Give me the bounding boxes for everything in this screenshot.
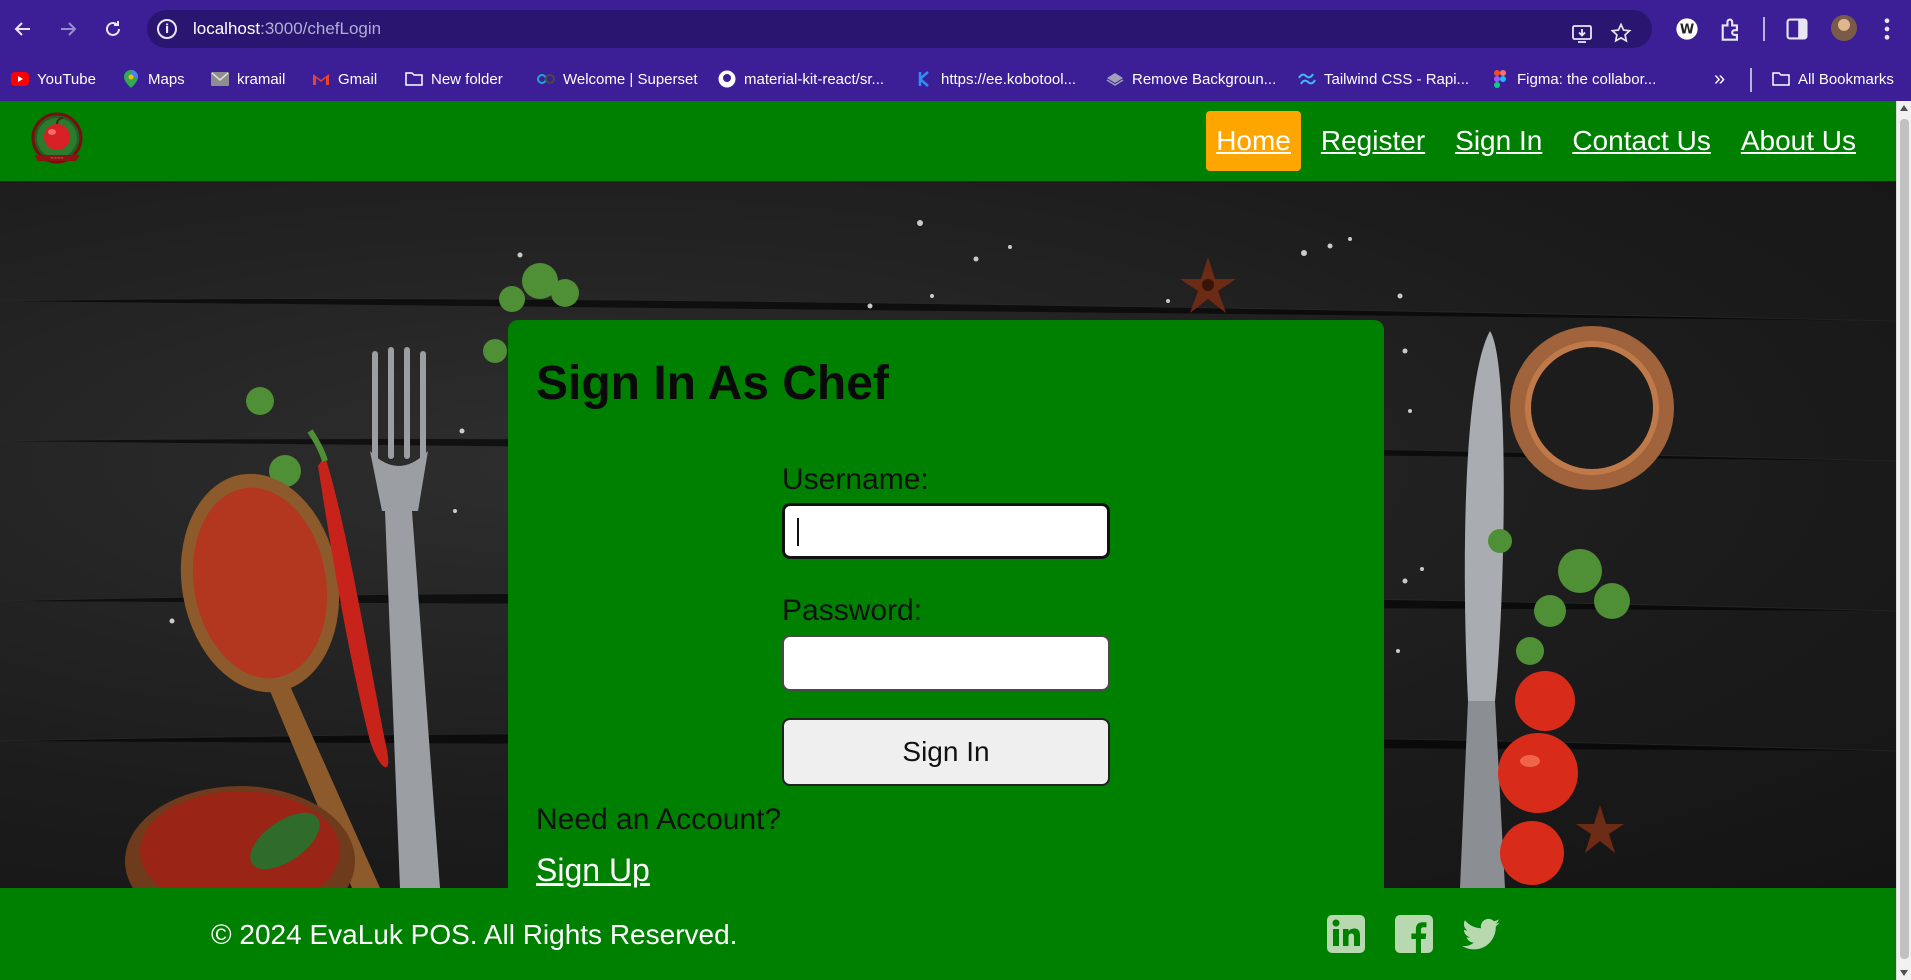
bookmark-figma[interactable]: Figma: the collabor...: [1491, 67, 1656, 91]
nav-register[interactable]: Register: [1311, 111, 1435, 171]
mail-icon: [211, 70, 229, 88]
extension-w-icon[interactable]: W: [1674, 16, 1700, 42]
site-header: ~~~~ Home Register Sign In Contact Us Ab…: [0, 101, 1896, 181]
facebook-icon[interactable]: [1394, 914, 1434, 954]
sign-in-card: Sign In As Chef Username: Password: Sign…: [508, 320, 1384, 920]
password-label: Password:: [782, 594, 923, 627]
all-bookmarks-button[interactable]: All Bookmarks: [1772, 67, 1894, 91]
bookmark-kobotoolbox[interactable]: https://ee.kobotool...: [915, 67, 1076, 91]
need-account-text: Need an Account?: [536, 803, 782, 836]
password-input[interactable]: [782, 635, 1110, 691]
folder-icon: [405, 70, 423, 88]
youtube-icon: [11, 70, 29, 88]
bookmark-gmail[interactable]: Gmail: [312, 67, 377, 91]
bookmark-tailwind[interactable]: Tailwind CSS - Rapi...: [1298, 67, 1469, 91]
scroll-up-icon[interactable]: [1900, 105, 1908, 111]
url-text[interactable]: localhost:3000/chefLogin: [193, 19, 381, 39]
username-label: Username:: [782, 463, 929, 496]
bookmarks-bar: YouTube Maps kramail Gmail New folder We…: [0, 58, 1911, 101]
bookmark-github[interactable]: material-kit-react/sr...: [718, 67, 884, 91]
nav-sign-in[interactable]: Sign In: [1445, 111, 1552, 171]
twitter-icon[interactable]: [1461, 914, 1501, 954]
site-footer: © 2024 EvaLuk POS. All Rights Reserved.: [0, 888, 1896, 980]
copyright-text: © 2024 EvaLuk POS. All Rights Reserved.: [211, 919, 738, 950]
svg-text:~~~~: ~~~~: [50, 156, 63, 161]
back-icon[interactable]: [8, 14, 38, 44]
kobo-icon: [915, 70, 933, 88]
bookmark-maps[interactable]: Maps: [122, 67, 185, 91]
profile-avatar[interactable]: [1831, 15, 1857, 41]
bookmark-youtube[interactable]: YouTube: [11, 67, 96, 91]
bookmark-new-folder[interactable]: New folder: [405, 67, 503, 91]
forward-icon[interactable]: [53, 14, 83, 44]
address-bar[interactable]: i localhost:3000/chefLogin: [147, 10, 1652, 48]
text-caret: [797, 518, 799, 546]
gmail-icon: [312, 70, 330, 88]
tailwind-icon: [1298, 70, 1316, 88]
nav-home[interactable]: Home: [1206, 111, 1301, 171]
nav-contact-us[interactable]: Contact Us: [1562, 111, 1721, 171]
bookmark-superset[interactable]: Welcome | Superset: [537, 67, 698, 91]
bookmarks-overflow-button[interactable]: »: [1714, 67, 1725, 91]
folder-icon: [1772, 70, 1790, 88]
github-icon: [718, 70, 736, 88]
removebg-icon: [1106, 70, 1124, 88]
bookmark-star-icon[interactable]: [1610, 22, 1632, 44]
maps-icon: [122, 70, 140, 88]
install-app-icon[interactable]: [1571, 22, 1593, 44]
username-input[interactable]: [782, 503, 1110, 559]
bookmark-kramail[interactable]: kramail: [211, 67, 285, 91]
browser-toolbar: i localhost:3000/chefLogin W: [0, 0, 1911, 58]
site-info-icon[interactable]: i: [157, 19, 177, 39]
superset-icon: [537, 70, 555, 88]
linkedin-icon[interactable]: [1326, 914, 1366, 954]
page-viewport: ~~~~ Home Register Sign In Contact Us Ab…: [0, 101, 1896, 980]
toolbar-separator: [1763, 17, 1765, 41]
svg-text:W: W: [1680, 23, 1694, 38]
scrollbar-thumb[interactable]: [1900, 119, 1909, 959]
menu-kebab-icon[interactable]: [1874, 16, 1900, 42]
page-scrollbar[interactable]: [1896, 101, 1911, 980]
side-panel-icon[interactable]: [1784, 16, 1810, 42]
extensions-puzzle-icon[interactable]: [1718, 16, 1744, 42]
scroll-down-icon[interactable]: [1900, 970, 1908, 976]
bookmark-remove-bg[interactable]: Remove Backgroun...: [1106, 67, 1276, 91]
sign-up-link[interactable]: Sign Up: [536, 852, 650, 889]
bookmarks-separator: [1750, 68, 1752, 92]
reload-icon[interactable]: [98, 14, 128, 44]
apple-logo[interactable]: ~~~~: [28, 111, 86, 169]
nav-about-us[interactable]: About Us: [1731, 111, 1866, 171]
page-title: Sign In As Chef: [536, 357, 889, 410]
sign-in-button[interactable]: Sign In: [782, 718, 1110, 786]
main-nav: Home Register Sign In Contact Us About U…: [1206, 109, 1866, 173]
figma-icon: [1491, 70, 1509, 88]
